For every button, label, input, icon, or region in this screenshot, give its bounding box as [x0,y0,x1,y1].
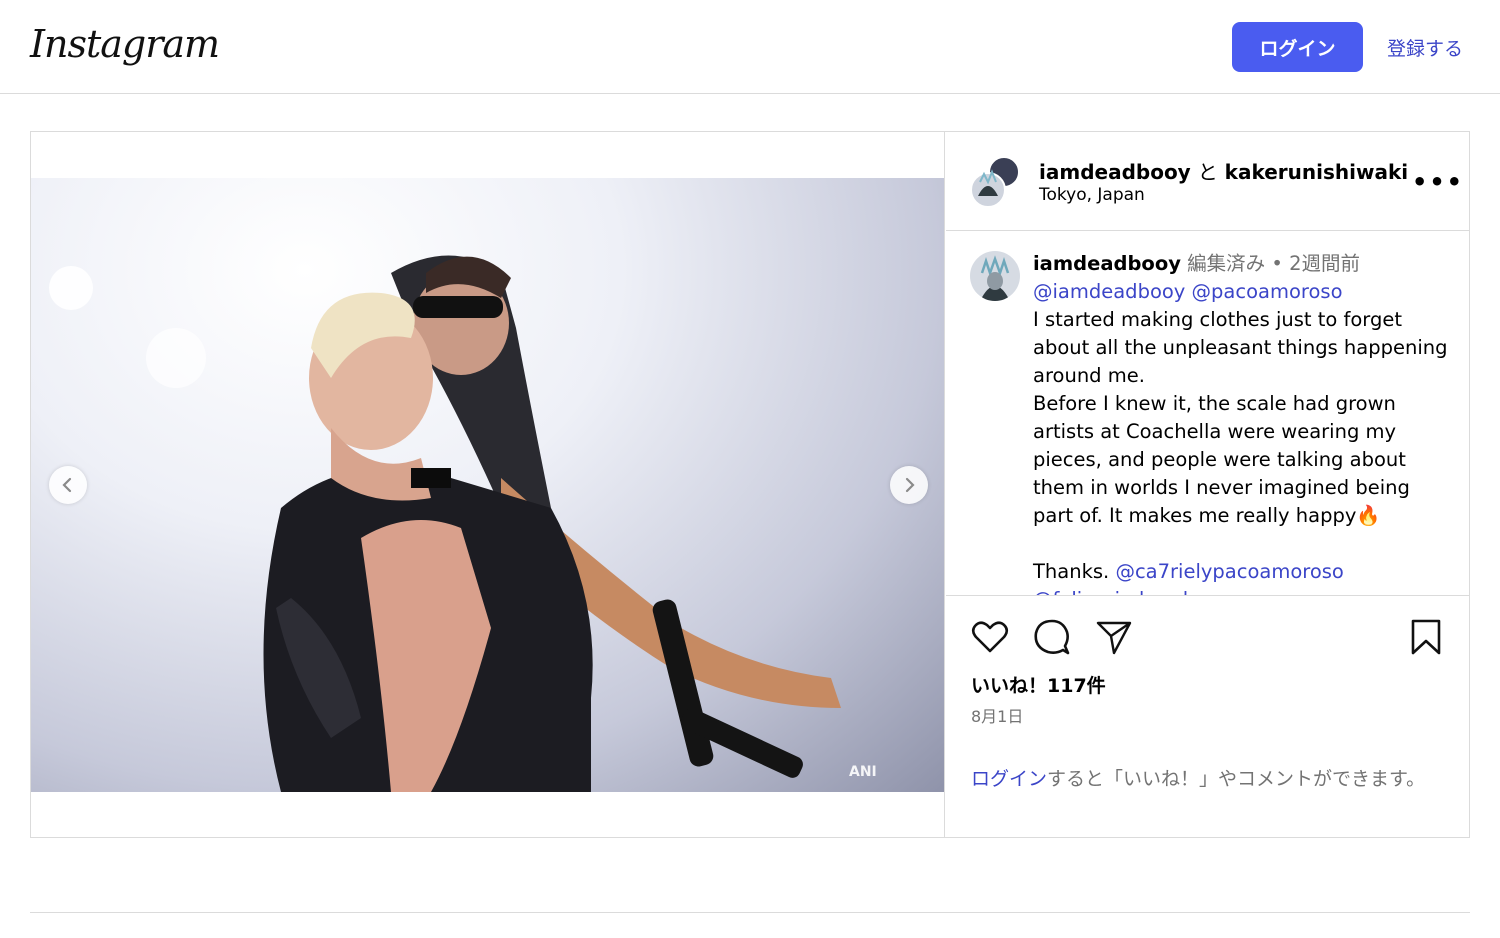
heart-icon [971,621,1009,653]
caption-text: I started making clothes just to forget … [1033,308,1448,387]
post-actions [946,617,1469,661]
bookmark-icon [1411,619,1441,655]
more-options-icon[interactable]: ••• [1412,168,1464,196]
collab-avatars[interactable] [970,156,1022,208]
next-slide-button[interactable] [890,466,928,504]
post-caption: iamdeadbooy 編集済み • 2週間前 @iamdeadbooy @pa… [946,232,1469,596]
login-button[interactable]: ログイン [1232,22,1363,72]
chevron-left-icon [62,477,72,493]
login-prompt-text: すると「いいね！」やコメントができます。 [1047,768,1426,790]
chevron-right-icon [905,477,915,493]
svg-text:ANI: ANI [849,764,877,780]
comment-icon [1034,619,1070,655]
previous-slide-button[interactable] [49,466,87,504]
mention-link[interactable]: @iamdeadbooy [1033,280,1185,303]
footer-divider [30,912,1470,913]
mention-link[interactable]: @ca7rielypacoamoroso [1115,560,1343,583]
caption-body: iamdeadbooy 編集済み • 2週間前 @iamdeadbooy @pa… [1033,250,1453,595]
post-media: ANI [31,132,945,837]
meta-separator: • [1271,252,1283,275]
like-button[interactable] [970,617,1010,661]
post-card: ANI iamdeadbooy と kakerunishiwaki Tokyo,… [30,131,1470,838]
post-photo: ANI [31,178,944,792]
owner-username[interactable]: iamdeadbooy [1039,160,1191,184]
share-icon [1096,621,1132,655]
time-ago: 2週間前 [1289,252,1360,275]
comment-button[interactable] [1032,617,1072,661]
post-location[interactable]: Tokyo, Japan [1039,185,1145,205]
login-prompt-link[interactable]: ログイン [971,768,1047,790]
thanks-text: Thanks. [1033,560,1110,583]
save-button[interactable] [1406,617,1446,661]
concert-photo-illustration: ANI [49,255,877,792]
like-count[interactable]: いいね！117件 [971,671,1106,698]
caption-text: Before I knew it, the scale had grown ar… [1033,392,1410,527]
mention-link[interactable]: @feliperimbaud [1033,586,1453,595]
owners-conjunction: と [1197,160,1218,184]
instagram-logo[interactable]: Instagram [30,22,220,66]
avatar[interactable] [970,251,1020,301]
login-prompt: ログインすると「いいね！」やコメントができます。 [971,765,1431,793]
post-sidebar: iamdeadbooy と kakerunishiwaki Tokyo, Jap… [946,132,1469,837]
caption-username[interactable]: iamdeadbooy [1033,252,1181,275]
post-owners: iamdeadbooy と kakerunishiwaki [1039,156,1408,185]
mention-link[interactable]: @pacoamoroso [1192,280,1343,303]
top-bar: Instagram ログイン 登録する [0,0,1500,94]
post-date: 8月1日 [971,707,1024,726]
post-header: iamdeadbooy と kakerunishiwaki Tokyo, Jap… [946,132,1469,231]
share-button[interactable] [1094,617,1134,661]
edited-label: 編集済み [1187,252,1266,275]
collaborator-username[interactable]: kakerunishiwaki [1225,160,1408,184]
signup-link[interactable]: 登録する [1387,34,1463,61]
